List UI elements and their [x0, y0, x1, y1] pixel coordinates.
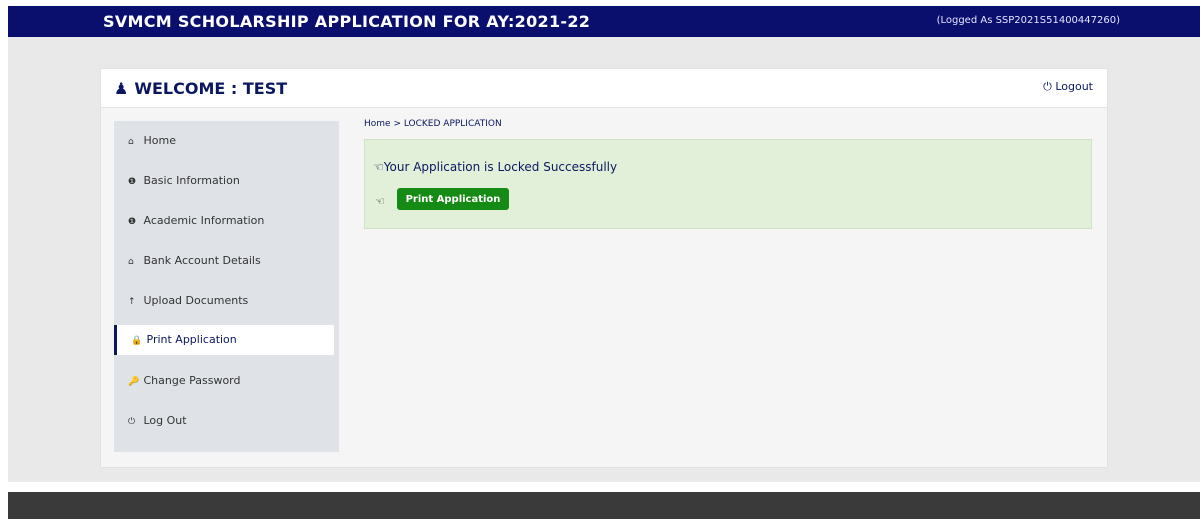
- sidebar-item-label: Basic Information: [143, 174, 240, 187]
- sidebar-item-home[interactable]: ⌂ Home: [114, 126, 339, 156]
- logged-as-label: (Logged As SSP2021S51400447260): [936, 15, 1120, 26]
- user-icon: ♟: [114, 79, 129, 98]
- alert-message-text: Your Application is Locked Successfully: [383, 160, 618, 174]
- sidebar-item-upload-documents[interactable]: ↑ Upload Documents: [114, 286, 339, 316]
- hand-pointer-icon: ☜: [373, 160, 384, 174]
- hand-pointer-icon: ☜: [375, 195, 385, 208]
- page-title: SVMCM SCHOLARSHIP APPLICATION FOR AY:202…: [103, 12, 591, 31]
- sidebar-item-label: Bank Account Details: [143, 254, 261, 267]
- panel-header: ♟ WELCOME : TEST ⏻ Logout: [101, 69, 1107, 108]
- key-icon: 🔑: [128, 377, 140, 387]
- logout-link[interactable]: ⏻ Logout: [1043, 80, 1093, 94]
- info-icon: ❶: [128, 217, 137, 227]
- sidebar-nav: ⌂ Home ❶ Basic Information ❶ Academic In…: [114, 121, 339, 452]
- sidebar-item-basic-information[interactable]: ❶ Basic Information: [114, 166, 339, 196]
- lock-icon: 🔒: [131, 336, 143, 346]
- logout-label: Logout: [1055, 80, 1093, 93]
- sidebar-item-academic-information[interactable]: ❶ Academic Information: [114, 206, 339, 236]
- main-content: Home > LOCKED APPLICATION ☜Your Applicat…: [364, 119, 1094, 229]
- power-icon: ⏻: [128, 417, 136, 427]
- info-icon: ❶: [128, 177, 137, 187]
- breadcrumb: Home > LOCKED APPLICATION: [364, 119, 502, 129]
- welcome-text: WELCOME : TEST: [134, 79, 288, 98]
- sidebar-item-label: Change Password: [143, 374, 241, 387]
- sidebar-item-print-application[interactable]: 🔒 Print Application: [114, 325, 334, 355]
- power-icon: ⏻: [1043, 80, 1052, 93]
- footer-bar: [8, 492, 1200, 519]
- sidebar-item-label: Upload Documents: [143, 294, 249, 307]
- welcome-heading: ♟ WELCOME : TEST: [114, 79, 287, 98]
- sidebar-item-label: Home: [143, 134, 176, 147]
- sidebar-item-log-out[interactable]: ⏻ Log Out: [114, 406, 339, 436]
- sidebar-item-label: Log Out: [143, 414, 187, 427]
- upload-icon: ↑: [128, 297, 136, 307]
- success-alert: ☜Your Application is Locked Successfully…: [364, 139, 1092, 229]
- bank-icon: ⌂: [128, 257, 134, 267]
- alert-message: ☜Your Application is Locked Successfully: [373, 160, 617, 174]
- home-icon: ⌂: [128, 137, 134, 147]
- sidebar-item-bank-account-details[interactable]: ⌂ Bank Account Details: [114, 246, 339, 276]
- top-header-bar: SVMCM SCHOLARSHIP APPLICATION FOR AY:202…: [8, 6, 1200, 37]
- sidebar-item-label: Print Application: [146, 333, 237, 346]
- print-application-button[interactable]: Print Application: [397, 188, 509, 210]
- sidebar-item-change-password[interactable]: 🔑 Change Password: [114, 366, 339, 396]
- sidebar-item-label: Academic Information: [143, 214, 265, 227]
- main-panel: ♟ WELCOME : TEST ⏻ Logout ⌂ Home ❶ Basic …: [100, 68, 1108, 468]
